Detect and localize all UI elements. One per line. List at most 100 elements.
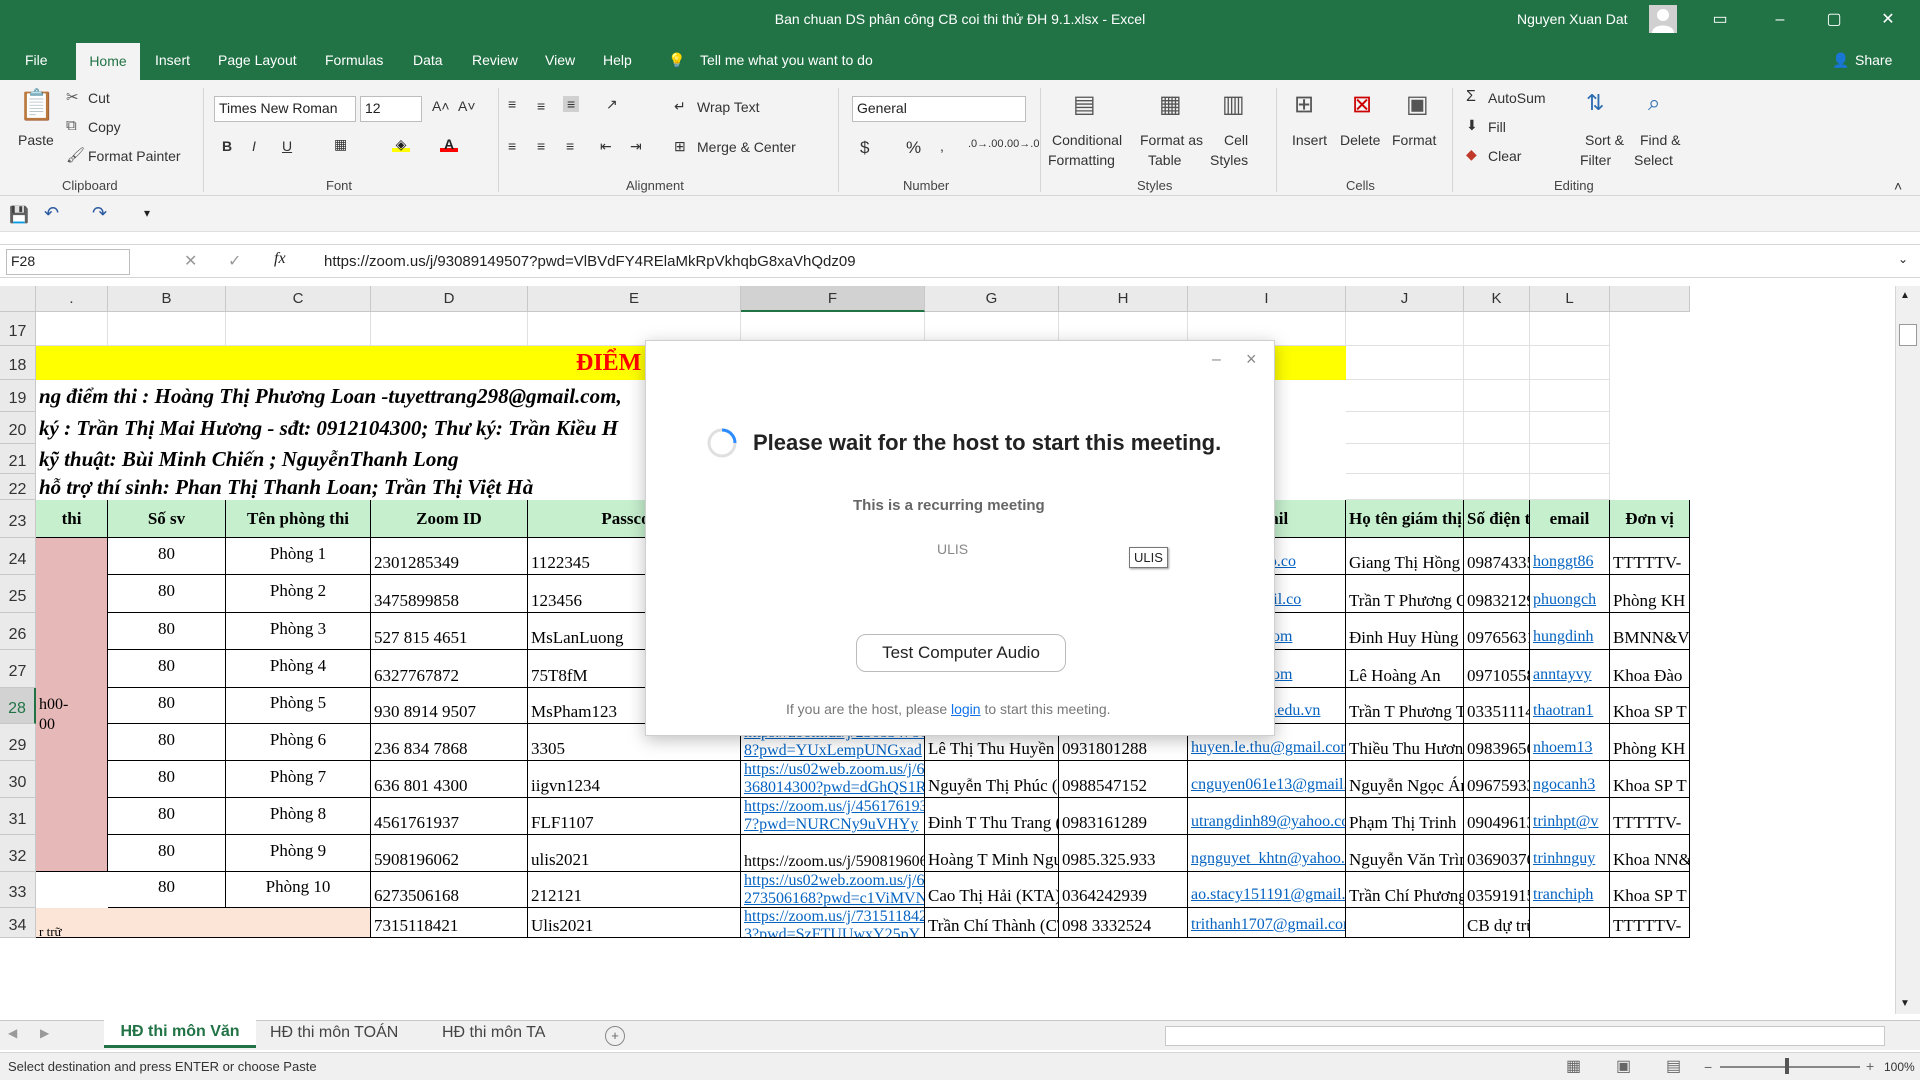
align-top-icon[interactable]: ≡ — [508, 96, 516, 112]
close-button[interactable]: ✕ — [1865, 0, 1911, 40]
proctor-2-phone[interactable]: 0983212937 — [1464, 575, 1530, 613]
room-name[interactable]: Phòng 3 — [226, 613, 371, 650]
align-center-icon[interactable]: ≡ — [537, 138, 545, 154]
insert-cells-icon[interactable]: ⊞ — [1294, 90, 1314, 119]
row-header-26[interactable]: 26 — [0, 613, 36, 650]
cell-empty[interactable] — [108, 312, 226, 346]
percent-button[interactable]: % — [906, 138, 921, 158]
table-header[interactable]: email — [1530, 500, 1610, 538]
unit[interactable]: TTTTTV- — [1610, 538, 1690, 575]
unit[interactable]: Khoa SP T — [1610, 688, 1690, 724]
comma-icon[interactable]: , — [940, 138, 944, 154]
proctor-2-phone[interactable]: 0369037621 — [1464, 835, 1530, 872]
dialog-minimize-button[interactable]: – — [1212, 351, 1221, 369]
column-header-K[interactable]: K — [1464, 286, 1530, 312]
room-name[interactable]: Phòng 1 — [226, 538, 371, 575]
paste-icon[interactable]: 📋 — [18, 88, 55, 128]
format-as-table-label2[interactable]: Table — [1148, 152, 1181, 168]
room-name[interactable]: Phòng 10 — [226, 872, 371, 908]
unit[interactable]: TTTTTV- — [1610, 798, 1690, 835]
tab-view[interactable]: View — [545, 52, 575, 68]
add-sheet-icon[interactable]: + — [605, 1026, 625, 1046]
proctor-2-phone[interactable]: 0904961369 — [1464, 798, 1530, 835]
save-icon[interactable]: 💾 — [9, 205, 29, 225]
passcode[interactable]: FLF1107 — [528, 798, 741, 835]
proctor-2-name[interactable]: Giang Thị Hồng — [1346, 538, 1464, 575]
align-right-icon[interactable]: ≡ — [566, 138, 574, 154]
sort-filter-icon[interactable]: ⇅ — [1586, 90, 1604, 116]
zoom-link-cell[interactable]: https://us02web.zoom.us/j/6 273506168?pwd… — [741, 872, 925, 908]
row-header-22[interactable]: 22 — [0, 474, 36, 500]
find-select-icon[interactable]: ⌕ — [1648, 90, 1660, 116]
cell-empty[interactable] — [1346, 312, 1464, 346]
orientation-icon[interactable]: ↗ — [606, 96, 618, 113]
cell-empty[interactable] — [371, 312, 528, 346]
proctor-2-name[interactable]: Thiều Thu Hương — [1346, 724, 1464, 761]
format-as-table-label1[interactable]: Format as — [1140, 132, 1203, 148]
undo-icon[interactable]: ↶ — [44, 203, 59, 224]
format-cells-button[interactable]: Format — [1392, 132, 1436, 148]
proctor-1-phone[interactable]: 0364242939 — [1059, 872, 1188, 908]
unit[interactable]: BMNN&V — [1610, 613, 1690, 650]
column-header-.[interactable]: . — [36, 286, 108, 312]
share-button[interactable]: Share — [1855, 52, 1892, 68]
column-header-I[interactable]: I — [1188, 286, 1346, 312]
row-header-34[interactable]: 34 — [0, 908, 36, 938]
currency-button[interactable]: $ — [860, 138, 869, 158]
ribbon-display-button[interactable]: ▭ — [1697, 0, 1743, 40]
room-name[interactable]: Phòng 2 — [226, 575, 371, 613]
tell-me-search[interactable]: Tell me what you want to do — [700, 52, 873, 68]
cell-empty[interactable] — [1464, 474, 1530, 500]
font-name-select[interactable]: Times New Roman — [214, 96, 356, 122]
zoom-link-cell[interactable]: https://us02web.zoom.us/j/6 368014300?pwd… — [741, 761, 925, 798]
conditional-formatting-icon[interactable]: ▤ — [1073, 90, 1096, 119]
table-header[interactable]: Số sv — [108, 500, 226, 538]
zoom-id[interactable]: 6327767872 — [371, 650, 528, 688]
proctor-2-name[interactable] — [1346, 908, 1464, 938]
column-header-G[interactable]: G — [925, 286, 1059, 312]
proctor-2-phone[interactable]: 0976563101 — [1464, 613, 1530, 650]
row-header-31[interactable]: 31 — [0, 798, 36, 835]
cell-styles-label1[interactable]: Cell — [1224, 132, 1248, 148]
students-count[interactable]: 80 — [108, 538, 226, 575]
proctor-2-phone[interactable]: 0359191558 — [1464, 872, 1530, 908]
students-count[interactable]: 80 — [108, 613, 226, 650]
proctor-2-email[interactable]: trinhnguy — [1530, 835, 1610, 872]
unit[interactable]: Phòng KH — [1610, 724, 1690, 761]
row-header-23[interactable]: 23 — [0, 500, 36, 538]
italic-button[interactable]: I — [252, 138, 256, 154]
horizontal-scrollbar[interactable] — [1165, 1026, 1885, 1046]
room-name[interactable]: Phòng 7 — [226, 761, 371, 798]
tab-insert[interactable]: Insert — [155, 52, 190, 68]
sheet-tab-van[interactable]: HĐ thi môn Văn — [104, 1018, 256, 1048]
cell-empty[interactable] — [1464, 444, 1530, 474]
row-header-33[interactable]: 33 — [0, 872, 36, 908]
find-select-label1[interactable]: Find & — [1640, 132, 1680, 148]
zoom-link-line1[interactable]: https://us02web.zoom.us/j/6 — [744, 872, 924, 890]
format-cells-icon[interactable]: ▣ — [1406, 90, 1429, 119]
proctor-2-email[interactable]: hungdinh — [1530, 613, 1610, 650]
zoom-link-line2[interactable]: 8?pwd=YUxLempUNGxad — [744, 742, 922, 760]
conditional-formatting-label2[interactable]: Formatting — [1048, 152, 1115, 168]
passcode[interactable]: 212121 — [528, 872, 741, 908]
zoom-link-cell[interactable]: https://zoom.us/j/731511842 3?pwd=SzFTUUw… — [741, 908, 925, 938]
proctor-1-name[interactable]: Hoàng T Minh Nguyệt (KTA) — [925, 835, 1059, 872]
zoom-link-line2[interactable]: 3?pwd=SzFTUUwxY25pY — [744, 926, 921, 937]
row-header-30[interactable]: 30 — [0, 761, 36, 798]
conditional-formatting-label1[interactable]: Conditional — [1052, 132, 1122, 148]
students-count[interactable]: 80 — [108, 761, 226, 798]
zoom-link-line1[interactable]: https://zoom.us/j/731511842 — [744, 908, 924, 926]
align-bottom-icon[interactable]: ≡ — [563, 96, 580, 112]
table-header[interactable]: Zoom ID — [371, 500, 528, 538]
tab-data[interactable]: Data — [413, 52, 443, 68]
cell-empty[interactable] — [226, 312, 371, 346]
row-header-24[interactable]: 24 — [0, 538, 36, 575]
proctor-2-name[interactable]: Nguyễn Văn Trình — [1346, 835, 1464, 872]
zoom-id[interactable]: 527 815 4651 — [371, 613, 528, 650]
cell-empty[interactable] — [36, 312, 108, 346]
fill-button[interactable]: Fill — [1488, 119, 1506, 135]
merge-center-button[interactable]: Merge & Center — [697, 139, 796, 155]
cell-empty[interactable] — [1464, 412, 1530, 444]
test-audio-button[interactable]: Test Computer Audio — [856, 634, 1066, 672]
room-name[interactable]: Phòng 6 — [226, 724, 371, 761]
